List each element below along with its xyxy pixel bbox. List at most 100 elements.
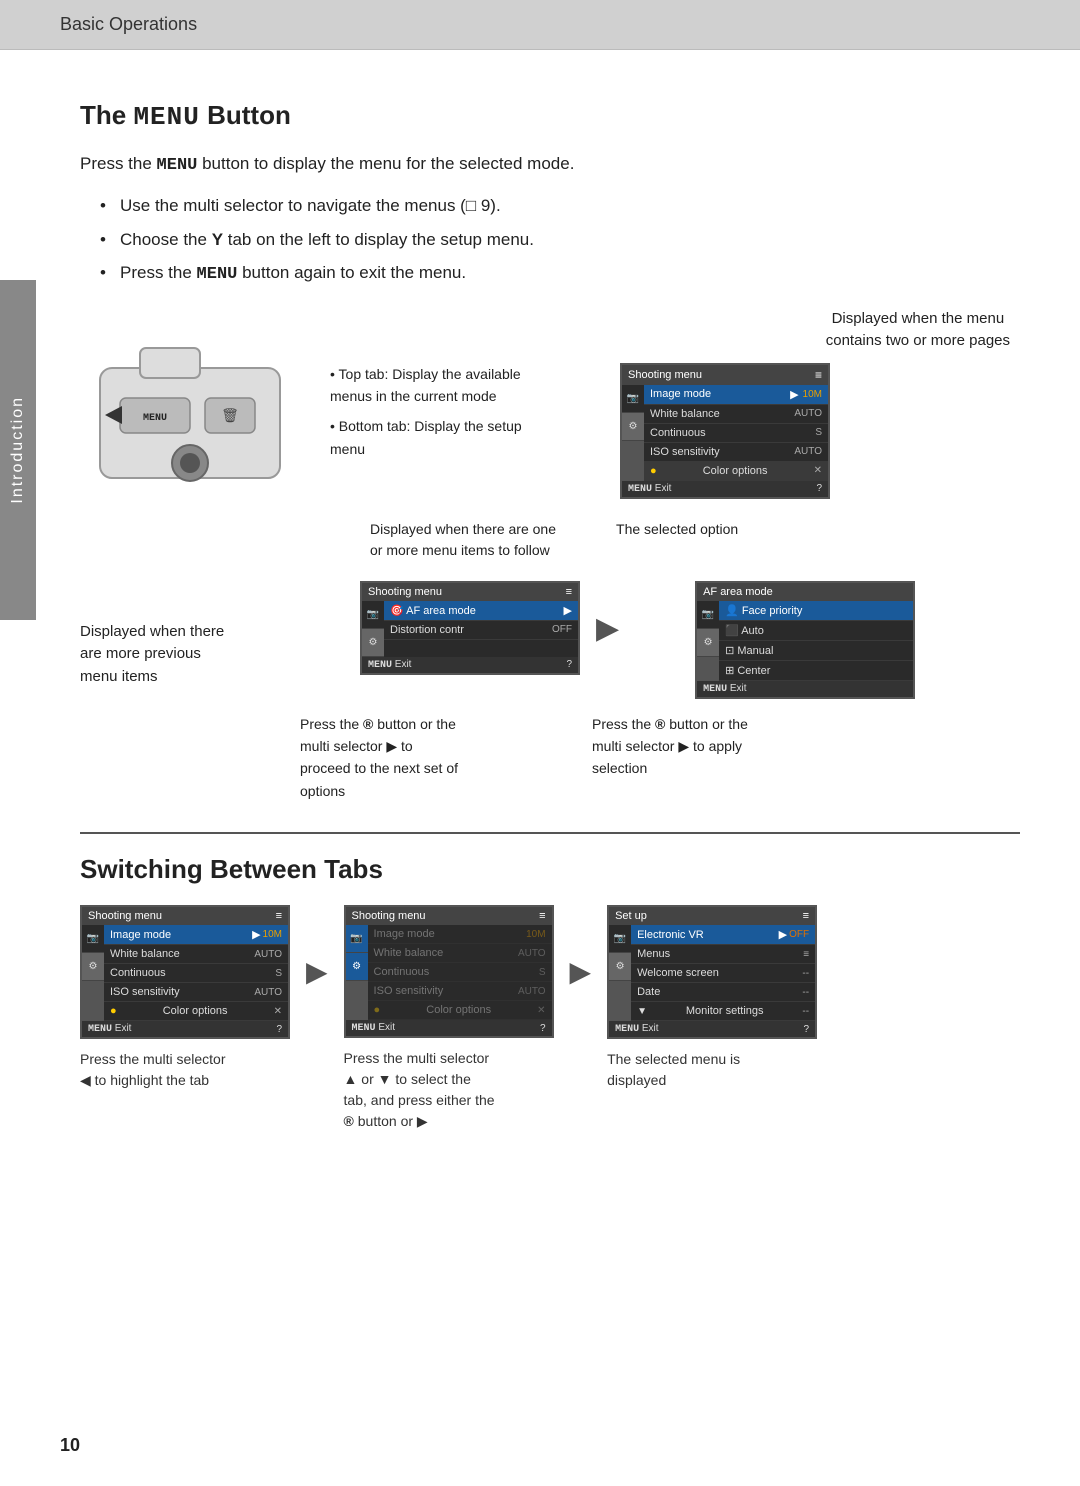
section1-title-prefix: The bbox=[80, 100, 133, 130]
arrow-middle: ▶ bbox=[596, 581, 619, 646]
menu-title-bar: Shooting menu ≡ bbox=[622, 365, 828, 385]
menu-title-bar-right: AF area mode bbox=[697, 583, 913, 601]
top-annotation-line1: Displayed when the menu bbox=[832, 310, 1005, 327]
item-monitor: ▼Monitor settings -- bbox=[631, 1002, 815, 1021]
menu-tab-col-1: 📷 ⚙ Image mode ▶10M White balance AUTO bbox=[82, 925, 288, 1021]
caption-left: Press the ® button or the multi selector… bbox=[300, 713, 520, 803]
menu-tabs-3: 📷 ⚙ bbox=[609, 925, 631, 1021]
item-iso-2: ISO sensitivity AUTO bbox=[368, 982, 552, 1001]
menu-tab-col-3: 📷 ⚙ Electronic VR ▶OFF Menus ≡ bbox=[609, 925, 815, 1021]
bottom-annotations: Displayed when there are oneor more menu… bbox=[370, 519, 1020, 561]
menu-items-2: Image mode 10M White balance AUTO Contin… bbox=[368, 925, 552, 1020]
item-cont-1: Continuous S bbox=[104, 964, 288, 983]
item-wb-2: White balance AUTO bbox=[368, 944, 552, 963]
tab-camera-1: 📷 bbox=[82, 925, 104, 953]
menu-tab-settings-right: ⚙ bbox=[697, 629, 719, 657]
menu-items-col-left: 🎯 AF area mode ▶ Distortion contr OFF bbox=[384, 601, 578, 657]
intro-text: Press the MENU button to display the men… bbox=[80, 150, 1020, 179]
menu-tab-settings: ⚙ bbox=[622, 413, 644, 441]
menu-item-distortion: Distortion contr OFF bbox=[384, 621, 578, 640]
item-date: Date -- bbox=[631, 983, 815, 1002]
menu-item-continuous: Continuous S bbox=[644, 424, 828, 443]
caption-2: Press the multi selector ▲ or ▼ to selec… bbox=[344, 1048, 495, 1132]
menu-tabs-left: 📷 ⚙ bbox=[362, 601, 384, 657]
annotation-bottom-left: Displayed when there are oneor more menu… bbox=[370, 519, 556, 561]
svg-text:🗑: 🗑 bbox=[221, 407, 239, 423]
tab-settings-1: ⚙ bbox=[82, 953, 104, 981]
left-annotation-line1: Displayed when there bbox=[80, 623, 224, 640]
menu-tab-col: 📷 ⚙ Image mode ▶10M White bala bbox=[622, 385, 828, 481]
svg-text:MENU: MENU bbox=[143, 413, 167, 424]
screen-block-1: Shooting menu ≡ 📷 ⚙ Image mode ▶10M bbox=[80, 905, 290, 1091]
menu-tab-settings-left: ⚙ bbox=[362, 629, 384, 657]
menu-footer-left: MENU Exit ? bbox=[362, 657, 578, 673]
menu-items-3: Electronic VR ▶OFF Menus ≡ Welcome scree… bbox=[631, 925, 815, 1021]
item-color-1: ●Color options ✕ bbox=[104, 1002, 288, 1021]
menu-tab-camera-left: 📷 bbox=[362, 601, 384, 629]
item-color-2: ●Color options ✕ bbox=[368, 1001, 552, 1020]
screen-block-2: Shooting menu ≡ 📷 ⚙ Image mode 10M bbox=[344, 905, 554, 1132]
menu-tab-col-2: 📷 ⚙ Image mode 10M White balance AUTO bbox=[346, 925, 552, 1020]
side-tab-label: Introduction bbox=[9, 396, 27, 504]
screen-left: Shooting menu ≡ 📷 ⚙ 🎯 AF a bbox=[300, 581, 580, 675]
menu-title-bar-2: Shooting menu ≡ bbox=[346, 907, 552, 925]
three-screens-row: Shooting menu ≡ 📷 ⚙ Image mode ▶10M bbox=[80, 905, 1020, 1132]
tab-settings-2: ⚙ bbox=[346, 953, 368, 981]
page: Basic Operations Introduction The MENU B… bbox=[0, 0, 1080, 1486]
tab-settings-3: ⚙ bbox=[609, 953, 631, 981]
menu-tabs-1: 📷 ⚙ bbox=[82, 925, 104, 1021]
section1-title: The MENU Button bbox=[80, 100, 1020, 132]
menu-screenshot-left: Shooting menu ≡ 📷 ⚙ 🎯 AF a bbox=[360, 581, 580, 675]
menu-screenshot-2: Shooting menu ≡ 📷 ⚙ Image mode 10M bbox=[344, 905, 554, 1038]
intro-suffix: button to display the menu for the selec… bbox=[197, 154, 574, 173]
section1-menu-word: MENU bbox=[133, 102, 199, 132]
menu-item-white-balance: White balance AUTO bbox=[644, 405, 828, 424]
side-tab: Introduction bbox=[0, 280, 36, 620]
left-annotation: Displayed when there are more previous m… bbox=[80, 581, 280, 689]
menu-footer-1: MENU Exit ? bbox=[82, 1021, 288, 1037]
item-menus: Menus ≡ bbox=[631, 945, 815, 964]
menu-item-image-mode: Image mode ▶10M bbox=[644, 385, 828, 405]
tab-labels: • Top tab: Display the available menus i… bbox=[330, 363, 530, 461]
menu-tabs: 📷 ⚙ bbox=[622, 385, 644, 481]
left-annotation-line2: are more previous bbox=[80, 645, 201, 662]
section2-title: Switching Between Tabs bbox=[80, 854, 1020, 885]
menu-screenshot-3: Set up ≡ 📷 ⚙ Electronic VR ▶OFF bbox=[607, 905, 817, 1039]
bullet-list: Use the multi selector to navigate the m… bbox=[100, 193, 1020, 288]
bullet-1: Use the multi selector to navigate the m… bbox=[100, 193, 1020, 219]
screen-right: AF area mode 📷 ⚙ 👤 Face priority bbox=[635, 581, 915, 699]
tab-label-bottom: • Bottom tab: Display the setup menu bbox=[330, 415, 530, 460]
menu-screenshot-1: Shooting menu ≡ 📷 ⚙ Image mode ▶10M bbox=[80, 905, 290, 1039]
middle-section: Displayed when there are more previous m… bbox=[80, 581, 1020, 803]
menu-item-manual: ⊡ Manual bbox=[719, 641, 913, 661]
caption-3: The selected menu is displayed bbox=[607, 1049, 740, 1091]
menu-footer-2: MENU Exit ? bbox=[346, 1020, 552, 1036]
item-image-mode-2: Image mode 10M bbox=[368, 925, 552, 944]
caption-1: Press the multi selector ◀ to highlight … bbox=[80, 1049, 226, 1091]
menu-scroll-icon: ≡ bbox=[815, 368, 822, 382]
arrow-1: ▶ bbox=[306, 905, 328, 988]
top-annotation-line2: contains two or more pages bbox=[826, 332, 1010, 349]
section1-title-suffix: Button bbox=[200, 100, 291, 130]
screen-block-3: Set up ≡ 📷 ⚙ Electronic VR ▶OFF bbox=[607, 905, 817, 1091]
menu-tab-col-left: 📷 ⚙ 🎯 AF area mode ▶ Distorti bbox=[362, 601, 578, 657]
item-iso-1: ISO sensitivity AUTO bbox=[104, 983, 288, 1002]
menu-items-1: Image mode ▶10M White balance AUTO Conti… bbox=[104, 925, 288, 1021]
tab-camera-2: 📷 bbox=[346, 925, 368, 953]
menu-footer-right: MENU Exit bbox=[697, 681, 913, 697]
menu-footer-3: MENU Exit ? bbox=[609, 1021, 815, 1037]
top-annotation: Displayed when the menu contains two or … bbox=[826, 308, 1010, 353]
menu-item-face: 👤 Face priority bbox=[719, 601, 913, 621]
item-wb-1: White balance AUTO bbox=[104, 945, 288, 964]
menu-items-col-right: 👤 Face priority ⬛ Auto ⊡ Manual bbox=[719, 601, 913, 681]
menu-items-col: Image mode ▶10M White balance AUTO Conti… bbox=[644, 385, 828, 481]
bullet-2: Choose the Y tab on the left to display … bbox=[100, 227, 1020, 253]
bullet-3: Press the MENU button again to exit the … bbox=[100, 260, 1020, 288]
menu-title-bar-1: Shooting menu ≡ bbox=[82, 907, 288, 925]
menu-tab-camera-right: 📷 bbox=[697, 601, 719, 629]
tab-label-top: • Top tab: Display the available menus i… bbox=[330, 363, 530, 408]
annotation-bottom-right: The selected option bbox=[616, 519, 738, 561]
menu-screenshot-top: Shooting menu ≡ 📷 ⚙ Image m bbox=[620, 363, 830, 499]
intro-menu-word: MENU bbox=[157, 156, 198, 175]
item-image-mode-1: Image mode ▶10M bbox=[104, 925, 288, 945]
